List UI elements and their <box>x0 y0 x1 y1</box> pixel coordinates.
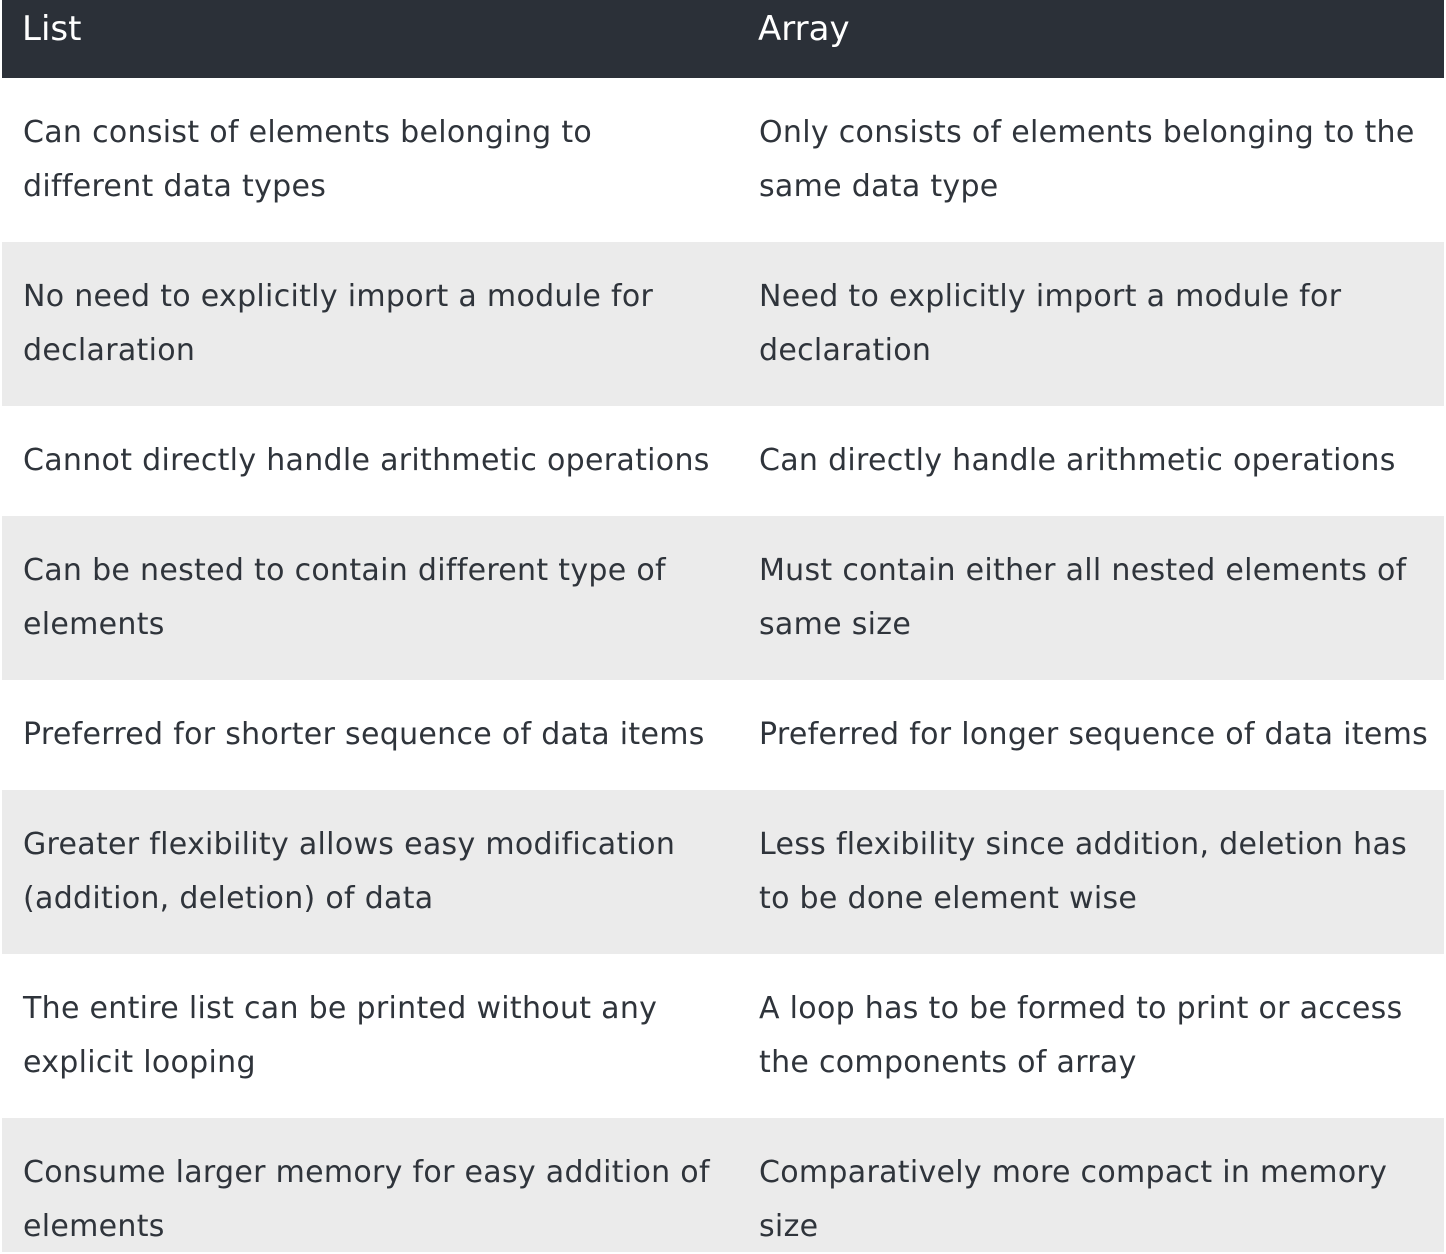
list-cell: Can be nested to contain different type … <box>23 553 666 642</box>
comparison-table: List Array Can consist of elements belon… <box>2 0 1444 1252</box>
table-row: Can be nested to contain different type … <box>2 516 1444 680</box>
header-array: Array <box>758 9 850 49</box>
table-row: Cannot directly handle arithmetic operat… <box>2 406 1444 516</box>
table-row: Consume larger memory for easy addition … <box>2 1118 1444 1252</box>
table-header-row: List Array <box>2 0 1444 78</box>
header-list: List <box>22 9 82 49</box>
table-row: Can consist of elements belonging to dif… <box>2 78 1444 242</box>
list-cell: Greater flexibility allows easy modifica… <box>23 827 676 916</box>
array-cell: Less flexibility since addition, deletio… <box>759 827 1408 916</box>
array-cell: Need to explicitly import a module for d… <box>759 279 1342 368</box>
list-cell: No need to explicitly import a module fo… <box>23 279 654 368</box>
list-cell: The entire list can be printed without a… <box>23 991 658 1080</box>
list-cell: Consume larger memory for easy addition … <box>23 1155 710 1244</box>
array-cell: Comparatively more compact in memory siz… <box>759 1155 1388 1244</box>
list-cell: Preferred for shorter sequence of data i… <box>23 717 705 752</box>
array-cell: Preferred for longer sequence of data it… <box>759 717 1429 752</box>
list-cell: Cannot directly handle arithmetic operat… <box>23 443 710 478</box>
table-row: The entire list can be printed without a… <box>2 954 1444 1118</box>
list-cell: Can consist of elements belonging to dif… <box>23 115 593 204</box>
table-row: Preferred for shorter sequence of data i… <box>2 680 1444 790</box>
table-row: Greater flexibility allows easy modifica… <box>2 790 1444 954</box>
array-cell: A loop has to be formed to print or acce… <box>759 991 1403 1080</box>
array-cell: Must contain either all nested elements … <box>759 553 1407 642</box>
table-row: No need to explicitly import a module fo… <box>2 242 1444 406</box>
array-cell: Only consists of elements belonging to t… <box>759 115 1415 204</box>
array-cell: Can directly handle arithmetic operation… <box>759 443 1396 478</box>
